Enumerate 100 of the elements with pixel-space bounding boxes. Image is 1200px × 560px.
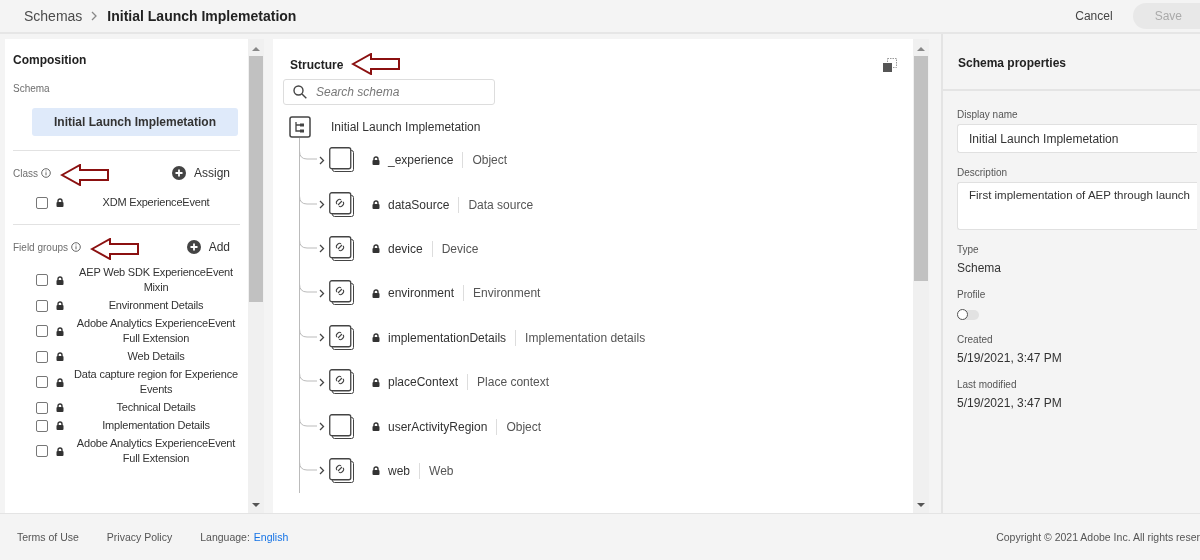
class-label: Class xyxy=(13,167,38,179)
field-group-item[interactable]: Data capture region for Experience Events xyxy=(72,367,240,397)
lock-icon xyxy=(372,288,380,298)
field-label: Last modified xyxy=(957,379,1017,390)
assign-button[interactable]: Assign xyxy=(171,166,230,180)
privacy-link[interactable]: Privacy Policy xyxy=(106,531,173,543)
checkbox[interactable] xyxy=(36,325,48,337)
chevron-icon[interactable] xyxy=(319,466,325,476)
checkbox[interactable] xyxy=(36,196,48,209)
linked-object-icon xyxy=(329,280,355,307)
language-link[interactable]: English xyxy=(253,531,289,543)
field-label: Display name xyxy=(957,109,1018,120)
class-item[interactable]: XDM ExperienceEvent xyxy=(72,195,240,210)
breadcrumb-link[interactable]: Schemas xyxy=(24,8,83,24)
add-button[interactable]: Add xyxy=(186,240,230,254)
lock-icon xyxy=(372,466,380,476)
lock-icon xyxy=(372,200,380,210)
field-type: Web xyxy=(429,463,454,478)
info-icon xyxy=(71,242,82,252)
panel-title: Composition xyxy=(13,53,88,67)
field-group-item[interactable]: Technical Details xyxy=(72,400,240,415)
field-group-item[interactable]: Adobe Analytics ExperienceEvent Full Extension xyxy=(72,436,240,466)
field-name[interactable]: userActivityRegion xyxy=(388,419,488,434)
field-groups-label: Field groups xyxy=(13,241,69,253)
field-type: Object xyxy=(472,153,508,168)
panel-title: Schema properties xyxy=(943,39,1200,91)
page-title: Initial Launch Implemetation xyxy=(107,8,297,24)
lock-icon xyxy=(56,198,64,207)
checkbox[interactable] xyxy=(36,445,48,457)
schema-name-button[interactable]: Initial Launch Implemetation xyxy=(32,108,238,136)
annotation-arrow xyxy=(90,238,141,260)
field-group-item[interactable]: Adobe Analytics ExperienceEvent Full Extension xyxy=(72,316,240,346)
field-name[interactable]: environment xyxy=(388,286,455,301)
annotation-arrow xyxy=(351,53,402,75)
search-icon xyxy=(293,85,307,99)
lock-icon xyxy=(56,352,64,361)
lock-icon xyxy=(372,377,380,387)
created-value: 5/19/2021, 3:47 PM xyxy=(957,351,1062,365)
info-icon xyxy=(41,168,51,178)
field-label: Profile xyxy=(957,289,986,300)
linked-object-icon xyxy=(329,191,355,218)
checkbox[interactable] xyxy=(36,299,48,312)
lock-icon xyxy=(56,403,64,412)
chevron-icon[interactable] xyxy=(319,422,325,432)
terms-link[interactable]: Terms of Use xyxy=(17,531,79,543)
field-type: Data source xyxy=(468,197,534,212)
field-label: Description xyxy=(957,167,1008,178)
type-value: Schema xyxy=(957,261,1002,275)
plus-icon xyxy=(171,166,186,180)
field-group-item[interactable]: Environment Details xyxy=(72,298,240,313)
checkbox[interactable] xyxy=(36,274,48,286)
field-name[interactable]: dataSource xyxy=(388,197,450,212)
field-type: Place context xyxy=(477,375,550,390)
linked-object-icon xyxy=(329,369,355,396)
field-type: Device xyxy=(441,241,479,256)
language-label: Language: xyxy=(200,531,250,543)
profile-toggle[interactable] xyxy=(957,310,979,320)
field-name[interactable]: implementationDetails xyxy=(388,330,507,345)
copyright-text: Copyright © 2021 Adobe Inc. All rights reser xyxy=(996,531,1200,543)
lock-icon xyxy=(372,422,380,432)
checkbox[interactable] xyxy=(36,401,48,414)
chevron-icon[interactable] xyxy=(319,377,325,387)
checkbox[interactable] xyxy=(36,419,48,432)
search-field[interactable]: Search schema xyxy=(283,79,495,105)
expand-icon[interactable] xyxy=(883,58,897,72)
field-type: Environment xyxy=(473,286,541,301)
lock-icon xyxy=(372,244,380,254)
chevron-icon[interactable] xyxy=(319,333,325,343)
lock-icon xyxy=(56,446,64,456)
display-name-field[interactable]: Initial Launch Implemetation xyxy=(957,124,1197,153)
schema-root-name[interactable]: Initial Launch Implemetation xyxy=(331,120,481,134)
checkbox[interactable] xyxy=(36,350,48,363)
chevron-icon[interactable] xyxy=(319,200,325,210)
checkbox[interactable] xyxy=(36,376,48,388)
field-label: Type xyxy=(957,244,979,255)
lock-icon xyxy=(372,155,380,165)
chevron-icon[interactable] xyxy=(319,244,325,254)
scrollbar[interactable] xyxy=(913,39,929,513)
lock-icon xyxy=(56,421,64,430)
scrollbar[interactable] xyxy=(248,39,264,513)
field-label: Schema xyxy=(13,83,51,94)
description-field[interactable]: First implementation of AEP through launch xyxy=(957,182,1197,230)
field-name[interactable]: web xyxy=(388,463,410,478)
field-label: Created xyxy=(957,334,993,345)
field-type: Implementation details xyxy=(525,330,646,345)
field-name[interactable]: device xyxy=(388,241,423,256)
field-name[interactable]: _experience xyxy=(388,153,454,168)
chevron-icon xyxy=(91,11,99,21)
field-group-item[interactable]: Web Details xyxy=(72,349,240,364)
chevron-icon[interactable] xyxy=(319,155,325,165)
chevron-icon[interactable] xyxy=(319,288,325,298)
cancel-button[interactable]: Cancel xyxy=(1075,9,1113,23)
lock-icon xyxy=(56,275,64,285)
field-group-item[interactable]: Implementation Details xyxy=(72,418,240,433)
field-type: Object xyxy=(506,419,542,434)
object-icon xyxy=(329,413,355,440)
panel-title: Structure xyxy=(290,58,344,72)
field-name[interactable]: placeContext xyxy=(388,375,459,390)
field-group-item[interactable]: AEP Web SDK ExperienceEvent Mixin xyxy=(72,265,240,295)
linked-object-icon xyxy=(329,457,355,484)
